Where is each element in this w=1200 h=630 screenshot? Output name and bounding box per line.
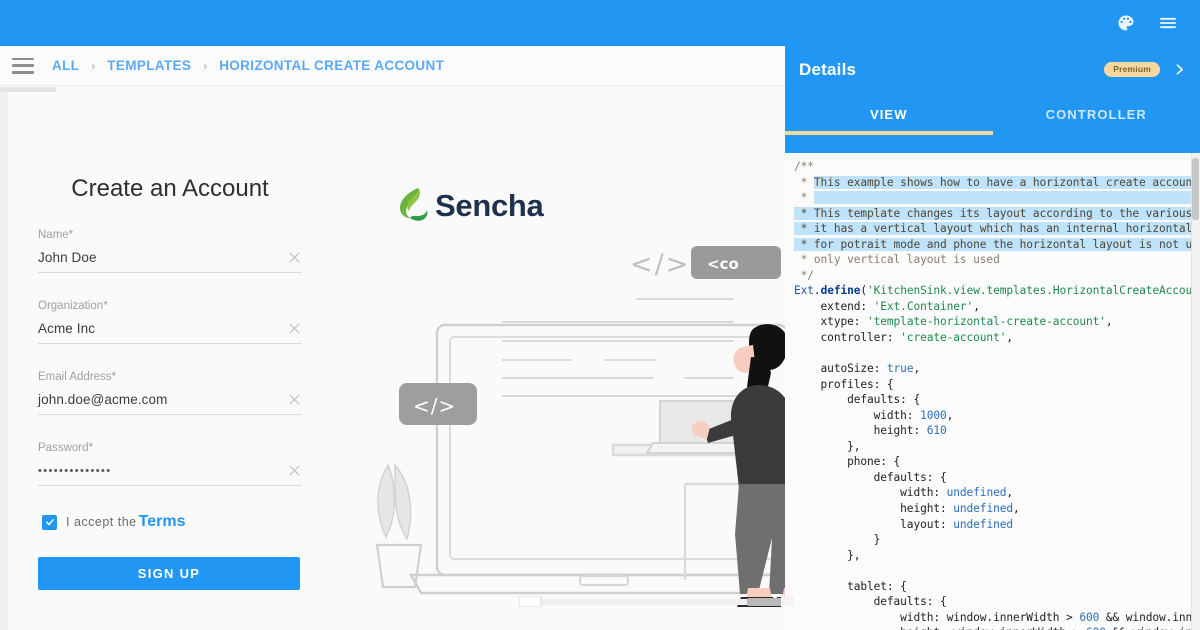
field-label: Password* bbox=[38, 442, 93, 454]
breadcrumb-separator-icon: › bbox=[91, 58, 96, 73]
source-code-text: /** * This example shows how to have a h… bbox=[794, 159, 1200, 630]
terms-label: I accept the bbox=[66, 515, 137, 529]
field-label: Organization* bbox=[38, 300, 108, 312]
email-input[interactable]: john.doe@acme.com bbox=[38, 392, 287, 407]
sencha-logo: Sencha bbox=[398, 187, 544, 225]
tab-controller[interactable]: CONTROLLER bbox=[993, 93, 1200, 135]
form-title: Create an Account bbox=[71, 175, 269, 202]
field-label: Name* bbox=[38, 229, 74, 241]
field-label: Email Address* bbox=[38, 371, 116, 383]
left-rail-strip bbox=[0, 87, 8, 630]
sign-up-button[interactable]: SIGN UP bbox=[38, 557, 300, 590]
code-tag-glyph: </> bbox=[630, 249, 690, 280]
code-vertical-scrollbar-thumb[interactable] bbox=[1192, 158, 1199, 220]
developer-illustration: </> <co </> bbox=[375, 246, 785, 607]
sencha-leaf-logo bbox=[400, 188, 428, 221]
terms-acceptance-row: I accept the Terms bbox=[42, 513, 302, 531]
svg-text:<co: <co bbox=[707, 255, 739, 273]
chevron-right-icon[interactable] bbox=[1173, 63, 1186, 76]
breadcrumb-item-templates[interactable]: TEMPLATES bbox=[107, 58, 191, 73]
template-preview-canvas: Sencha </> <co </> Create an Account Nam… bbox=[0, 87, 785, 630]
breadcrumb-item-all[interactable]: ALL bbox=[52, 58, 79, 73]
terms-checkbox[interactable] bbox=[42, 514, 57, 530]
sencha-logo-text: Sencha bbox=[435, 188, 544, 223]
details-tabs: VIEW CONTROLLER bbox=[785, 93, 1200, 135]
field-name: Name* John Doe bbox=[38, 229, 302, 273]
source-code-viewer[interactable]: /** * This example shows how to have a h… bbox=[785, 153, 1200, 630]
top-app-bar bbox=[0, 0, 1200, 46]
field-email: Email Address* john.doe@acme.com bbox=[38, 371, 302, 415]
details-header: Details Premium bbox=[785, 46, 1200, 93]
password-input[interactable]: •••••••••••••• bbox=[38, 465, 287, 477]
terms-link[interactable]: Terms bbox=[139, 513, 186, 531]
close-icon[interactable] bbox=[287, 250, 302, 265]
svg-text:</>: </> bbox=[413, 394, 456, 418]
close-icon[interactable] bbox=[287, 463, 302, 478]
person-figure bbox=[691, 324, 785, 607]
tab-view[interactable]: VIEW bbox=[785, 93, 993, 135]
palette-icon[interactable] bbox=[1116, 13, 1136, 33]
organization-input[interactable]: Acme Inc bbox=[38, 321, 287, 336]
name-input[interactable]: John Doe bbox=[38, 250, 287, 265]
premium-badge[interactable]: Premium bbox=[1104, 61, 1160, 78]
close-icon[interactable] bbox=[287, 321, 302, 336]
breadcrumb-bar: ALL › TEMPLATES › HORIZONTAL CREATE ACCO… bbox=[0, 46, 785, 86]
create-account-form: Create an Account Name* John Doe Organiz… bbox=[38, 175, 302, 590]
details-panel: Details Premium VIEW CONTROLLER /** * Th… bbox=[785, 46, 1200, 630]
field-organization: Organization* Acme Inc bbox=[38, 300, 302, 344]
close-icon[interactable] bbox=[287, 392, 302, 407]
breadcrumb-separator-icon: › bbox=[203, 58, 208, 73]
breadcrumb-item-current[interactable]: HORIZONTAL CREATE ACCOUNT bbox=[219, 58, 444, 73]
code-vertical-scrollbar-track[interactable] bbox=[1191, 153, 1200, 630]
preview-horizontal-scrollbar[interactable] bbox=[519, 596, 794, 607]
hamburger-menu-icon[interactable] bbox=[1158, 13, 1178, 33]
sidebar-toggle-hamburger-icon[interactable] bbox=[12, 57, 34, 74]
rail-cap bbox=[0, 87, 56, 92]
details-title: Details bbox=[799, 59, 857, 79]
field-password: Password* •••••••••••••• bbox=[38, 442, 302, 486]
application-window: ALL › TEMPLATES › HORIZONTAL CREATE ACCO… bbox=[0, 0, 1200, 630]
check-icon bbox=[45, 519, 54, 526]
